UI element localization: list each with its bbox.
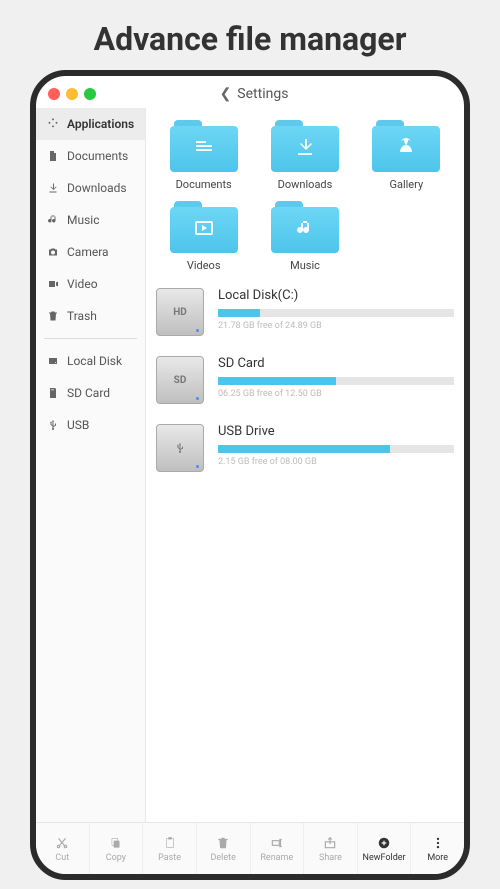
sidebar-item-label: Downloads [67,181,127,195]
sidebar-item-usb[interactable]: USB [36,409,145,441]
delete-button[interactable]: Delete [197,823,251,874]
folder-downloads[interactable]: Downloads [257,120,352,191]
sidebar-item-label: Music [67,213,99,227]
drive-name: USB Drive [218,424,454,439]
sidebar-item-downloads[interactable]: Downloads [36,172,145,204]
header[interactable]: ❮ Settings [102,86,406,102]
document-icon [46,149,60,163]
drive-name: Local Disk(C:) [218,288,454,303]
sidebar-item-applications[interactable]: Applications [36,108,145,140]
rename-button[interactable]: Rename [251,823,305,874]
drive-icon: HD [156,288,204,336]
toolbar-label: More [427,853,448,863]
maximize-icon[interactable] [84,88,96,100]
sidebar-item-label: Documents [67,149,128,163]
sidebar-item-label: Local Disk [67,354,122,368]
more-button[interactable]: More [411,823,464,874]
main-content: Documents Downloads Gallery Videos Music HD L… [146,108,464,822]
minimize-icon[interactable] [66,88,78,100]
sidebar-item-local-disk[interactable]: Local Disk [36,345,145,377]
paste-icon [162,835,178,851]
folder-gallery[interactable]: Gallery [359,120,454,191]
folder-icon [271,120,339,172]
drive-usage-bar [218,309,454,317]
toolbar-label: Cut [55,853,69,863]
toolbar-label: Copy [106,853,126,863]
close-icon[interactable] [48,88,60,100]
usb-icon [46,418,60,432]
folder-icon [271,201,339,253]
sidebar-item-label: Applications [67,117,134,131]
apps-icon [46,117,60,131]
folder-label: Gallery [389,178,423,191]
drive-usage-bar [218,445,454,453]
sidebar-item-camera[interactable]: Camera [36,236,145,268]
back-chevron-icon[interactable]: ❮ [220,86,232,102]
toolbar-label: Rename [260,853,293,863]
sidebar: Applications Documents Downloads Music Camer… [36,108,146,822]
newfolder-button[interactable]: NewFolder [358,823,412,874]
toolbar-label: Share [319,853,342,863]
folder-icon [170,120,238,172]
trash-icon [46,309,60,323]
newfolder-icon [376,835,392,851]
music-icon [46,213,60,227]
sd-icon [46,386,60,400]
share-icon [322,835,338,851]
download-icon [46,181,60,195]
copy-button[interactable]: Copy [90,823,144,874]
toolbar-label: Paste [158,853,181,863]
folder-label: Downloads [278,178,333,191]
drive-free-text: 06.25 GB free of 12.50 GB [218,389,454,399]
sidebar-item-sd-card[interactable]: SD Card [36,377,145,409]
toolbar-label: Delete [211,853,236,863]
header-title: Settings [237,86,288,102]
disk-icon [46,354,60,368]
sidebar-item-trash[interactable]: Trash [36,300,145,332]
toolbar-label: NewFolder [363,853,406,863]
drive-sd-card[interactable]: SD SD Card 06.25 GB free of 12.50 GB [156,356,454,404]
sidebar-item-documents[interactable]: Documents [36,140,145,172]
drive-icon [156,424,204,472]
video-icon [46,277,60,291]
copy-icon [108,835,124,851]
folder-documents[interactable]: Documents [156,120,251,191]
camera-icon [46,245,60,259]
sidebar-item-label: Camera [67,245,109,259]
page-title: Advance file manager [0,0,500,70]
folder-videos[interactable]: Videos [156,201,251,272]
drive-free-text: 21.78 GB free of 24.89 GB [218,321,454,331]
delete-icon [215,835,231,851]
drive-name: SD Card [218,356,454,371]
folder-label: Music [290,259,320,272]
share-button[interactable]: Share [304,823,358,874]
sidebar-item-label: Video [67,277,98,291]
sidebar-item-label: SD Card [67,386,110,400]
sidebar-item-label: USB [67,418,89,432]
bottom-toolbar: Cut Copy Paste Delete Rename Share NewFolder Mo… [36,822,464,874]
drive-local-disk-c-[interactable]: HD Local Disk(C:) 21.78 GB free of 24.89 G… [156,288,454,336]
rename-icon [269,835,285,851]
drive-list: HD Local Disk(C:) 21.78 GB free of 24.89 G… [156,288,454,472]
folder-icon [372,120,440,172]
sidebar-item-label: Trash [67,309,97,323]
folder-music[interactable]: Music [257,201,352,272]
more-icon [430,835,446,851]
folder-label: Videos [187,259,221,272]
window-controls: ❮ Settings [36,76,464,108]
folder-grid: Documents Downloads Gallery Videos Music [156,120,454,272]
sidebar-divider [44,338,137,339]
drive-usage-bar [218,377,454,385]
device-frame: ❮ Settings Applications Documents Download… [30,70,470,880]
drive-free-text: 2.15 GB free of 08.00 GB [218,457,454,467]
cut-icon [54,835,70,851]
sidebar-item-music[interactable]: Music [36,204,145,236]
paste-button[interactable]: Paste [143,823,197,874]
folder-label: Documents [176,178,232,191]
drive-usb-drive[interactable]: USB Drive 2.15 GB free of 08.00 GB [156,424,454,472]
folder-icon [170,201,238,253]
drive-icon: SD [156,356,204,404]
sidebar-item-video[interactable]: Video [36,268,145,300]
cut-button[interactable]: Cut [36,823,90,874]
